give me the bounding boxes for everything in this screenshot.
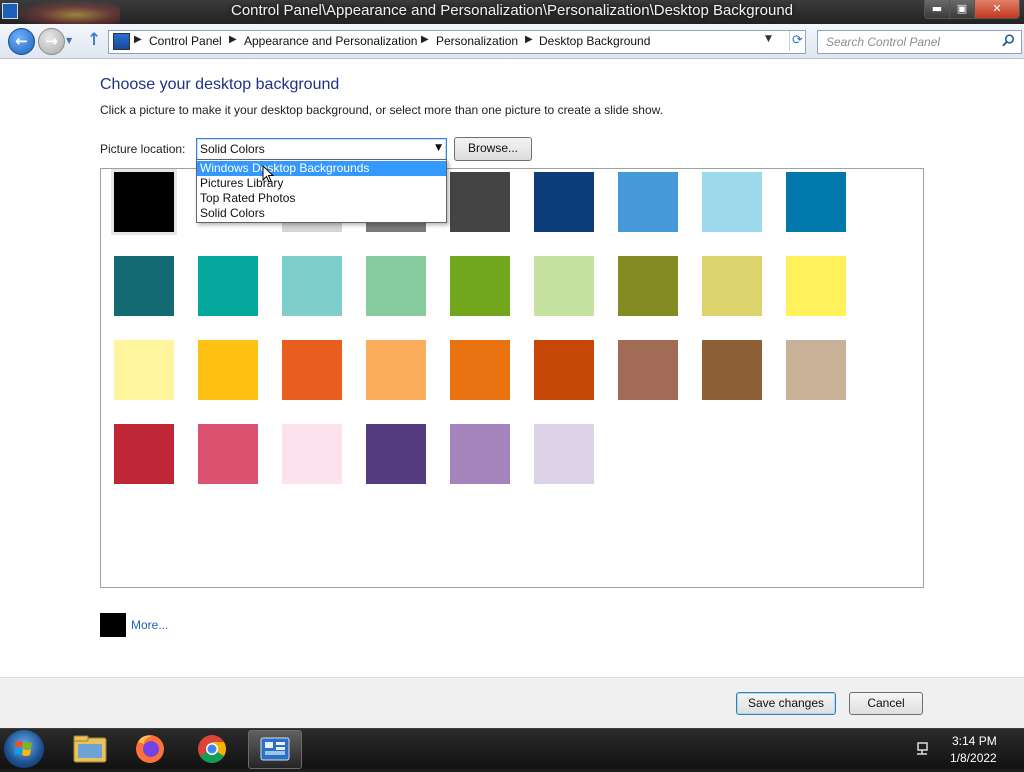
file-explorer-icon[interactable] xyxy=(64,730,116,767)
dropdown-option-label: Windows Desktop Backgrounds xyxy=(200,161,370,175)
navigation-bar: ← → ▼ ↑ ▶ Control Panel ▶ Appearance and… xyxy=(0,24,1024,59)
network-icon[interactable] xyxy=(916,740,932,756)
chrome-icon[interactable] xyxy=(186,730,238,767)
color-swatch[interactable] xyxy=(702,172,762,232)
picture-location-dropdown: Windows Desktop Backgrounds Pictures Libr… xyxy=(196,159,447,223)
dropdown-option-label: Top Rated Photos xyxy=(200,191,296,205)
color-swatch[interactable] xyxy=(534,340,594,400)
title-bar: Control Panel\Appearance and Personaliza… xyxy=(0,0,1024,30)
color-swatch[interactable] xyxy=(114,256,174,316)
address-bar[interactable]: ▶ Control Panel ▶ Appearance and Persona… xyxy=(108,30,806,54)
color-swatch[interactable] xyxy=(282,424,342,484)
color-swatch[interactable] xyxy=(786,340,846,400)
color-swatch[interactable] xyxy=(366,340,426,400)
page-title: Choose your desktop background xyxy=(100,76,340,93)
start-button[interactable] xyxy=(4,730,44,768)
color-swatch[interactable] xyxy=(450,256,510,316)
close-button[interactable]: ✕ xyxy=(974,0,1020,19)
dropdown-option-label: Solid Colors xyxy=(200,206,265,220)
color-swatch[interactable] xyxy=(450,424,510,484)
color-swatch[interactable] xyxy=(534,424,594,484)
picture-location-value: Solid Colors xyxy=(200,142,265,156)
breadcrumb-personalization[interactable]: Personalization xyxy=(436,34,518,48)
color-swatch[interactable] xyxy=(366,256,426,316)
taskbar: 3:14 PM 1/8/2022 xyxy=(0,728,1024,769)
window-title: Control Panel\Appearance and Personaliza… xyxy=(230,2,794,19)
control-panel-window: Control Panel\Appearance and Personaliza… xyxy=(0,0,1024,729)
clock-date[interactable]: 1/8/2022 xyxy=(950,751,997,765)
breadcrumb-appearance[interactable]: Appearance and Personalization xyxy=(244,34,417,48)
dropdown-option[interactable]: Windows Desktop Backgrounds xyxy=(197,161,446,176)
breadcrumb-separator-icon[interactable]: ▶ xyxy=(525,34,533,45)
color-swatch[interactable] xyxy=(786,172,846,232)
color-swatch[interactable] xyxy=(618,256,678,316)
picture-location-select[interactable]: Solid Colors ▼ xyxy=(196,138,447,161)
color-swatch[interactable] xyxy=(282,340,342,400)
search-input[interactable]: Search Control Panel xyxy=(817,30,1022,54)
color-swatch[interactable] xyxy=(702,256,762,316)
minimize-button[interactable]: ▬ xyxy=(924,0,950,19)
control-panel-icon xyxy=(113,33,130,50)
breadcrumb-separator-icon[interactable]: ▶ xyxy=(229,34,237,45)
color-swatch[interactable] xyxy=(198,424,258,484)
more-color-swatch[interactable] xyxy=(100,613,126,637)
dropdown-option[interactable]: Solid Colors xyxy=(197,206,446,221)
maximize-button[interactable]: ▣ xyxy=(949,0,975,19)
footer-bar: Save changes Cancel xyxy=(0,677,1024,729)
color-swatch[interactable] xyxy=(114,172,174,232)
picture-location-label: Picture location: xyxy=(100,142,186,156)
color-swatch[interactable] xyxy=(282,256,342,316)
search-icon[interactable] xyxy=(1002,34,1015,51)
color-swatch[interactable] xyxy=(114,340,174,400)
refresh-icon[interactable]: ⟳ xyxy=(789,31,805,51)
mouse-cursor-icon xyxy=(262,165,274,183)
color-swatch[interactable] xyxy=(198,340,258,400)
color-swatch[interactable] xyxy=(366,424,426,484)
firefox-icon[interactable] xyxy=(124,730,176,767)
breadcrumb-desktop-background[interactable]: Desktop Background xyxy=(539,34,650,48)
color-swatch[interactable] xyxy=(534,172,594,232)
chevron-down-icon[interactable]: ▼ xyxy=(435,143,442,153)
page-description: Click a picture to make it your desktop … xyxy=(100,103,663,117)
forward-button[interactable]: → xyxy=(38,28,65,55)
color-swatch[interactable] xyxy=(618,172,678,232)
up-arrow-icon[interactable]: ↑ xyxy=(87,30,101,50)
color-swatch[interactable] xyxy=(450,340,510,400)
clock-time[interactable]: 3:14 PM xyxy=(952,734,997,748)
breadcrumb-separator-icon[interactable]: ▶ xyxy=(421,34,429,45)
back-button[interactable]: ← xyxy=(8,28,35,55)
browse-button[interactable]: Browse... xyxy=(454,137,532,161)
color-grid xyxy=(100,168,924,588)
color-swatch[interactable] xyxy=(786,256,846,316)
color-swatch[interactable] xyxy=(450,172,510,232)
dropdown-option[interactable]: Top Rated Photos xyxy=(197,191,446,206)
dropdown-option[interactable]: Pictures Library xyxy=(197,176,446,191)
address-dropdown-icon[interactable]: ▼ xyxy=(765,34,772,44)
cancel-button[interactable]: Cancel xyxy=(849,692,923,715)
windows-logo-icon xyxy=(14,741,32,756)
color-swatch[interactable] xyxy=(618,340,678,400)
search-placeholder: Search Control Panel xyxy=(826,35,941,49)
save-changes-button[interactable]: Save changes xyxy=(736,692,836,715)
more-colors-link[interactable]: More... xyxy=(131,618,168,632)
color-swatch[interactable] xyxy=(114,424,174,484)
breadcrumb-control-panel[interactable]: Control Panel xyxy=(149,34,222,48)
recent-pages-dropdown-icon[interactable]: ▼ xyxy=(66,36,72,45)
control-panel-taskbar-icon[interactable] xyxy=(248,730,302,769)
color-swatch[interactable] xyxy=(198,256,258,316)
color-swatch[interactable] xyxy=(534,256,594,316)
color-swatch[interactable] xyxy=(702,340,762,400)
breadcrumb-separator-icon[interactable]: ▶ xyxy=(134,34,142,45)
